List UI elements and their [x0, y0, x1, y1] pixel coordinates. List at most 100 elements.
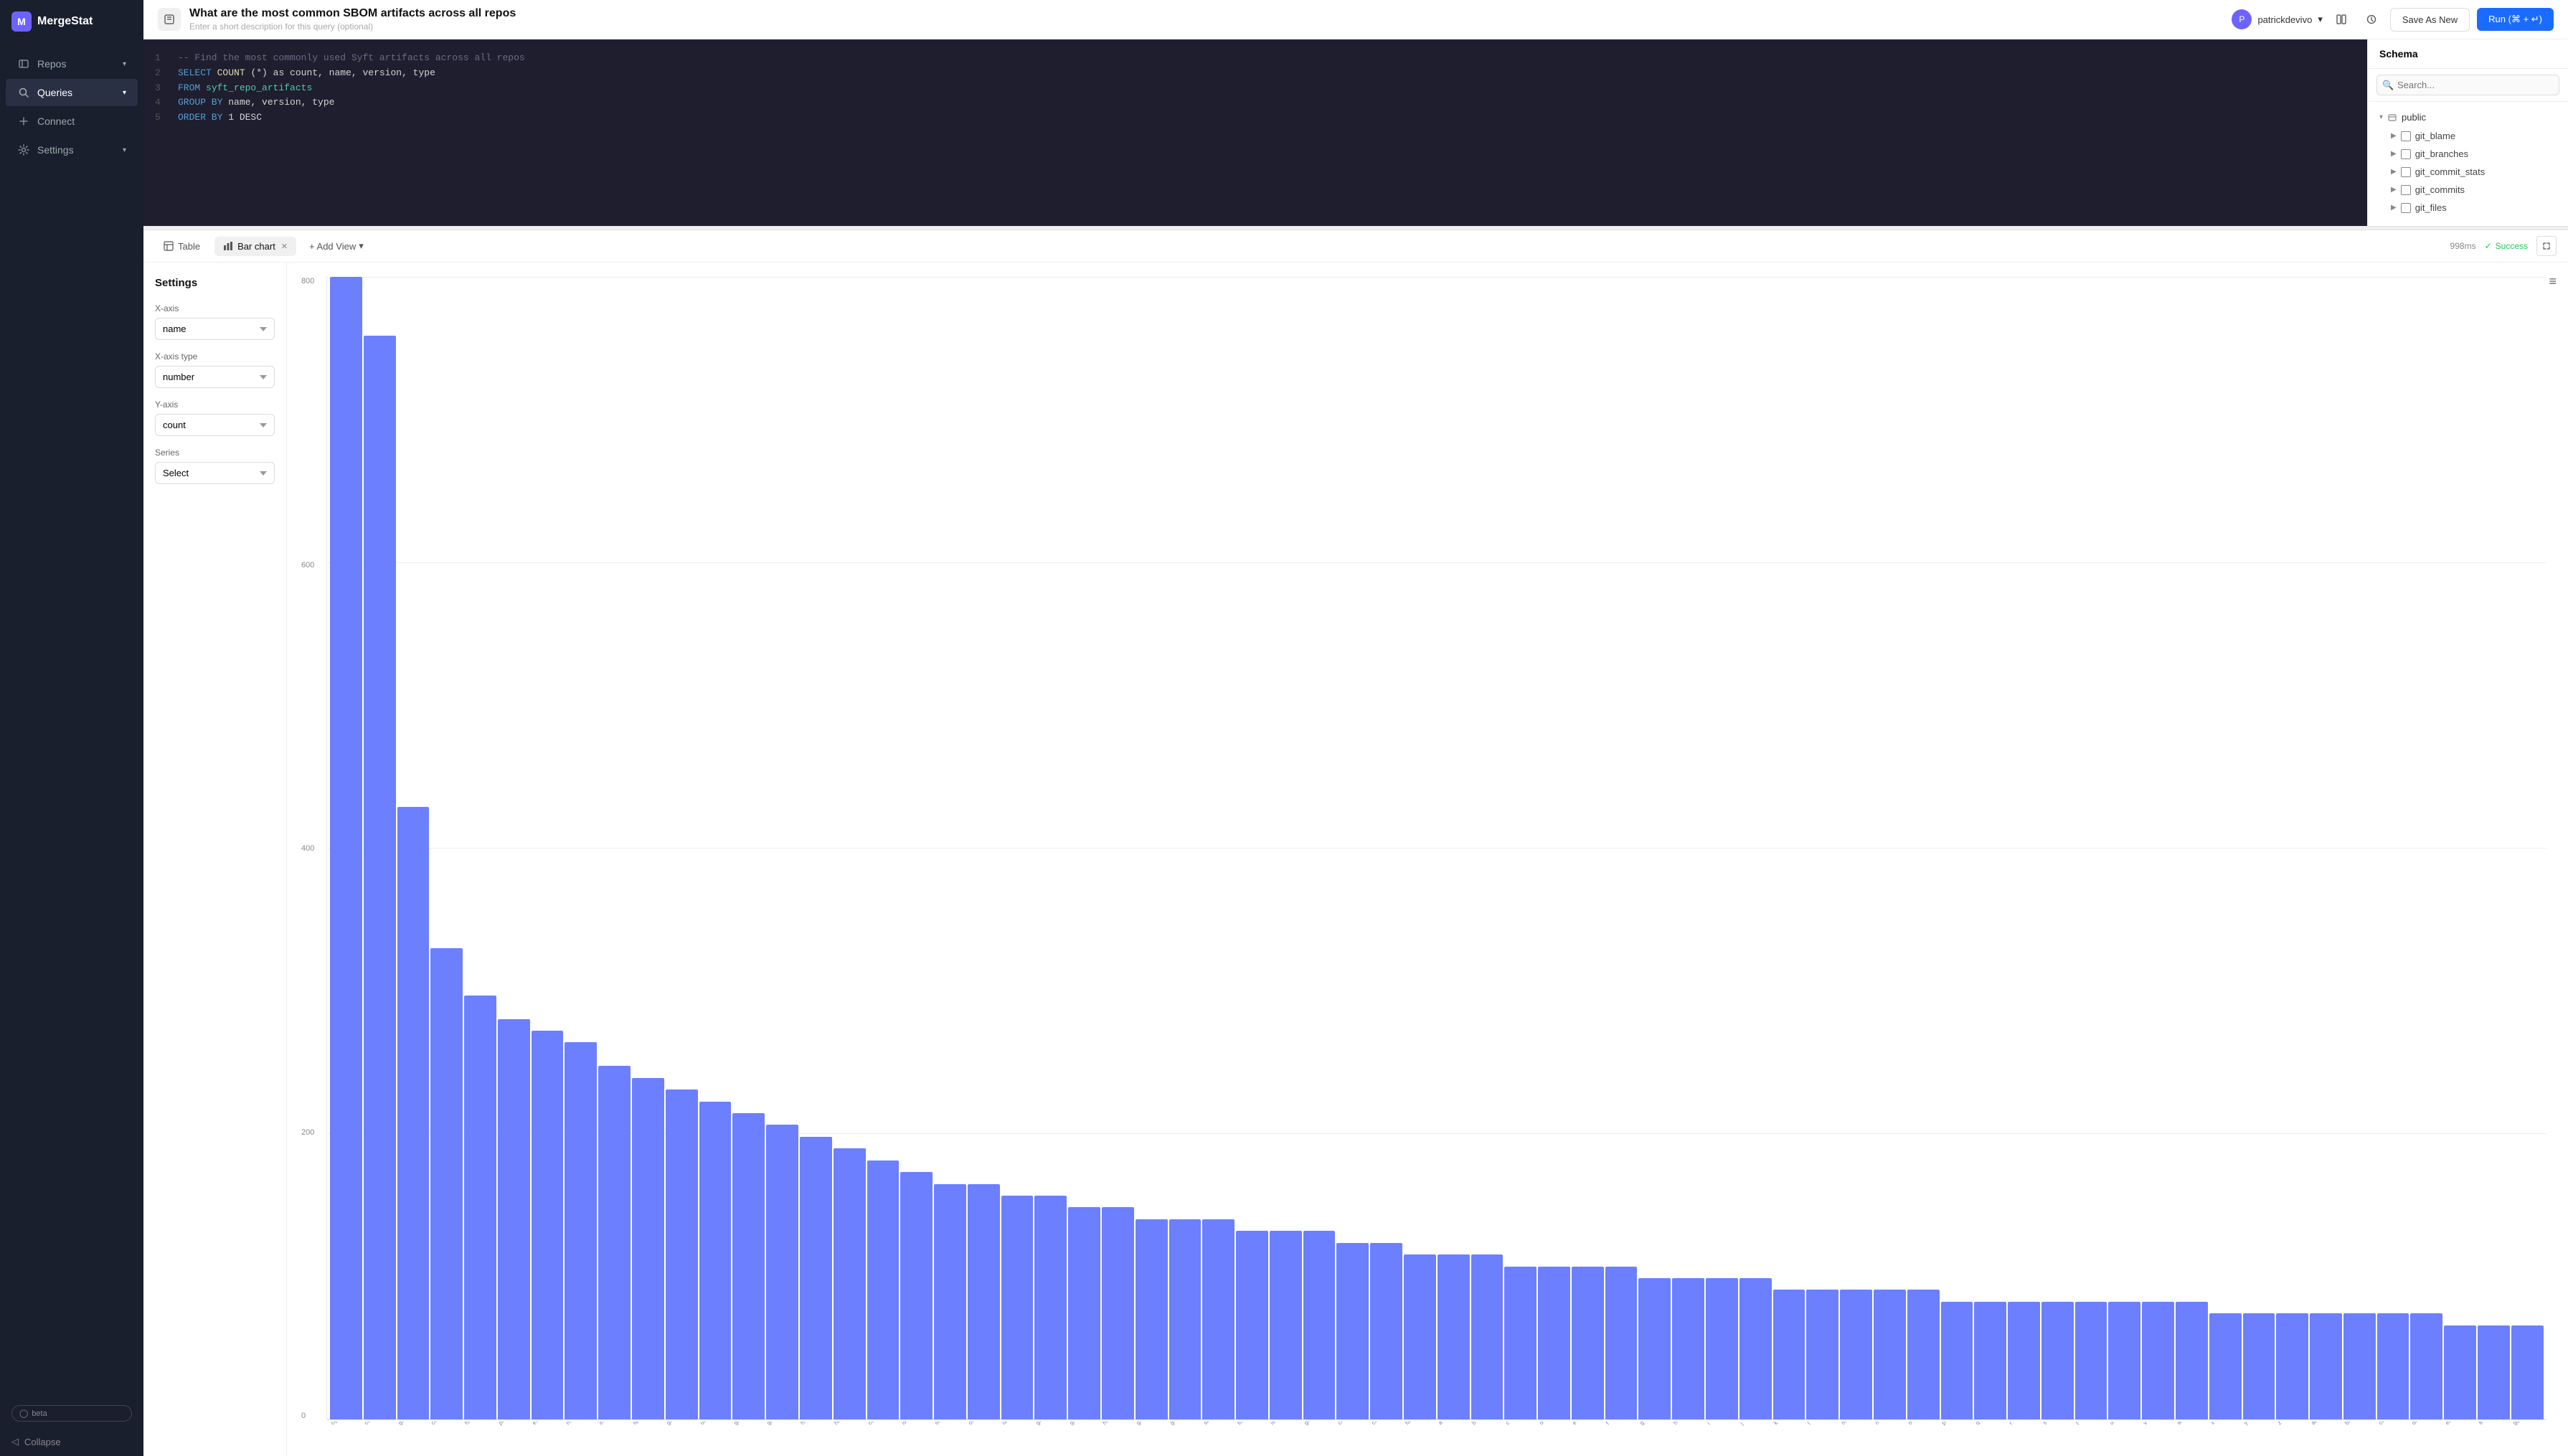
bar-35[interactable] [1504, 1267, 1536, 1419]
bar-8[interactable] [598, 1066, 631, 1419]
bar-12[interactable] [732, 1113, 765, 1419]
schema-search-input[interactable] [2376, 75, 2559, 95]
results-toolbar: Table Bar chart ✕ + Add View ▾ 998ms ✓ S… [143, 230, 2568, 263]
history-button[interactable] [2360, 8, 2383, 31]
y-axis-select[interactable]: count name version type [155, 414, 275, 436]
bar-62[interactable] [2410, 1313, 2442, 1419]
bar-31[interactable] [1370, 1243, 1402, 1419]
bar-58[interactable] [2276, 1313, 2308, 1419]
tab-table[interactable]: Table [155, 237, 209, 256]
bar-24[interactable] [1136, 1219, 1168, 1419]
editor-schema-area: 1 -- Find the most commonly used Syft ar… [143, 39, 2568, 226]
bar-19[interactable] [968, 1184, 1000, 1419]
bar-13[interactable] [766, 1125, 798, 1419]
editor-line-5: 5 ORDER BY 1 DESC [155, 110, 2356, 126]
bar-1[interactable] [364, 336, 396, 1419]
bar-39[interactable] [1638, 1278, 1671, 1419]
bar-61[interactable] [2377, 1313, 2409, 1419]
collapse-button[interactable]: ◁ Collapse [0, 1427, 143, 1456]
bar-7[interactable] [565, 1042, 597, 1419]
schema-item-git-branches[interactable]: ▶ git_branches [2368, 145, 2568, 163]
expand-button[interactable] [2536, 236, 2557, 256]
layout-toggle-button[interactable] [2330, 8, 2353, 31]
bar-30[interactable] [1336, 1243, 1369, 1419]
schema-group-public-header[interactable]: ▾ public [2368, 108, 2568, 127]
chart-container: Settings X-axis name version type X-axis… [143, 263, 2568, 1456]
sql-editor[interactable]: 1 -- Find the most commonly used Syft ar… [143, 39, 2367, 226]
bar-54[interactable] [2142, 1302, 2174, 1419]
bar-55[interactable] [2176, 1302, 2208, 1419]
bar-23[interactable] [1102, 1207, 1134, 1419]
save-as-new-button[interactable]: Save As New [2390, 8, 2470, 32]
bar-6[interactable] [532, 1031, 564, 1419]
user-menu[interactable]: P patrickdevivo ▾ [2232, 9, 2322, 29]
bar-28[interactable] [1270, 1231, 1302, 1419]
bar-26[interactable] [1202, 1219, 1235, 1419]
add-view-button[interactable]: + Add View ▾ [302, 236, 371, 256]
x-axis-type-select[interactable]: number category time [155, 366, 275, 388]
sidebar-item-queries[interactable]: Queries ▾ [6, 79, 138, 106]
schema-item-git-files[interactable]: ▶ git_files [2368, 199, 2568, 217]
query-title: What are the most common SBOM artifacts … [189, 7, 2223, 20]
bar-44[interactable] [1806, 1290, 1838, 1419]
bar-59[interactable] [2310, 1313, 2342, 1419]
bar-18[interactable] [934, 1184, 966, 1419]
sidebar-item-repos[interactable]: Repos ▾ [6, 50, 138, 77]
bar-56[interactable] [2209, 1313, 2242, 1419]
sidebar-item-connect[interactable]: Connect [6, 108, 138, 135]
bar-42[interactable] [1739, 1278, 1772, 1419]
bar-49[interactable] [1974, 1302, 2006, 1419]
bar-64[interactable] [2478, 1325, 2510, 1419]
bar-16[interactable] [867, 1160, 900, 1419]
sidebar-item-settings[interactable]: Settings ▾ [6, 136, 138, 164]
bar-17[interactable] [900, 1172, 933, 1419]
bar-33[interactable] [1438, 1254, 1470, 1419]
bar-27[interactable] [1236, 1231, 1268, 1419]
bar-57[interactable] [2243, 1313, 2275, 1419]
bar-40[interactable] [1672, 1278, 1704, 1419]
bar-21[interactable] [1034, 1196, 1067, 1419]
bar-41[interactable] [1706, 1278, 1738, 1419]
schema-item-git-commits[interactable]: ▶ git_commits [2368, 181, 2568, 199]
series-select[interactable]: Select [155, 462, 275, 484]
bar-15[interactable] [834, 1148, 866, 1419]
bar-3[interactable] [430, 948, 463, 1419]
bar-50[interactable] [2008, 1302, 2040, 1419]
bar-45[interactable] [1840, 1290, 1872, 1419]
bar-32[interactable] [1404, 1254, 1436, 1419]
bar-20[interactable] [1001, 1196, 1034, 1419]
tab-close-icon[interactable]: ✕ [281, 242, 288, 251]
bar-47[interactable] [1907, 1290, 1940, 1419]
bar-5[interactable] [498, 1019, 530, 1419]
beta-badge[interactable]: ◯ beta [11, 1405, 132, 1422]
bar-22[interactable] [1068, 1207, 1100, 1419]
bar-53[interactable] [2108, 1302, 2140, 1419]
bar-48[interactable] [1941, 1302, 1973, 1419]
bar-38[interactable] [1605, 1267, 1638, 1419]
bar-52[interactable] [2075, 1302, 2107, 1419]
bar-63[interactable] [2444, 1325, 2476, 1419]
run-button[interactable]: Run (⌘ + ↵) [2477, 8, 2554, 31]
bar-25[interactable] [1169, 1219, 1202, 1419]
schema-item-git-blame[interactable]: ▶ git_blame [2368, 127, 2568, 145]
bar-60[interactable] [2343, 1313, 2376, 1419]
bar-34[interactable] [1471, 1254, 1503, 1419]
schema-item-git-commit-stats[interactable]: ▶ git_commit_stats [2368, 163, 2568, 181]
x-axis-select[interactable]: name version type [155, 318, 275, 340]
bar-65[interactable] [2511, 1325, 2544, 1419]
bar-11[interactable] [699, 1102, 732, 1419]
bar-14[interactable] [800, 1137, 832, 1419]
bar-0[interactable] [330, 277, 362, 1419]
bar-43[interactable] [1773, 1290, 1805, 1419]
bar-10[interactable] [666, 1089, 698, 1419]
bar-37[interactable] [1572, 1267, 1604, 1419]
bar-51[interactable] [2041, 1302, 2074, 1419]
bar-9[interactable] [632, 1078, 664, 1419]
bar-36[interactable] [1538, 1267, 1570, 1419]
bar-46[interactable] [1874, 1290, 1906, 1419]
bar-4[interactable] [464, 996, 496, 1419]
bar-29[interactable] [1303, 1231, 1336, 1419]
tab-bar-chart[interactable]: Bar chart ✕ [214, 237, 296, 256]
bar-2[interactable] [397, 807, 430, 1419]
series-label: Series [155, 448, 275, 458]
